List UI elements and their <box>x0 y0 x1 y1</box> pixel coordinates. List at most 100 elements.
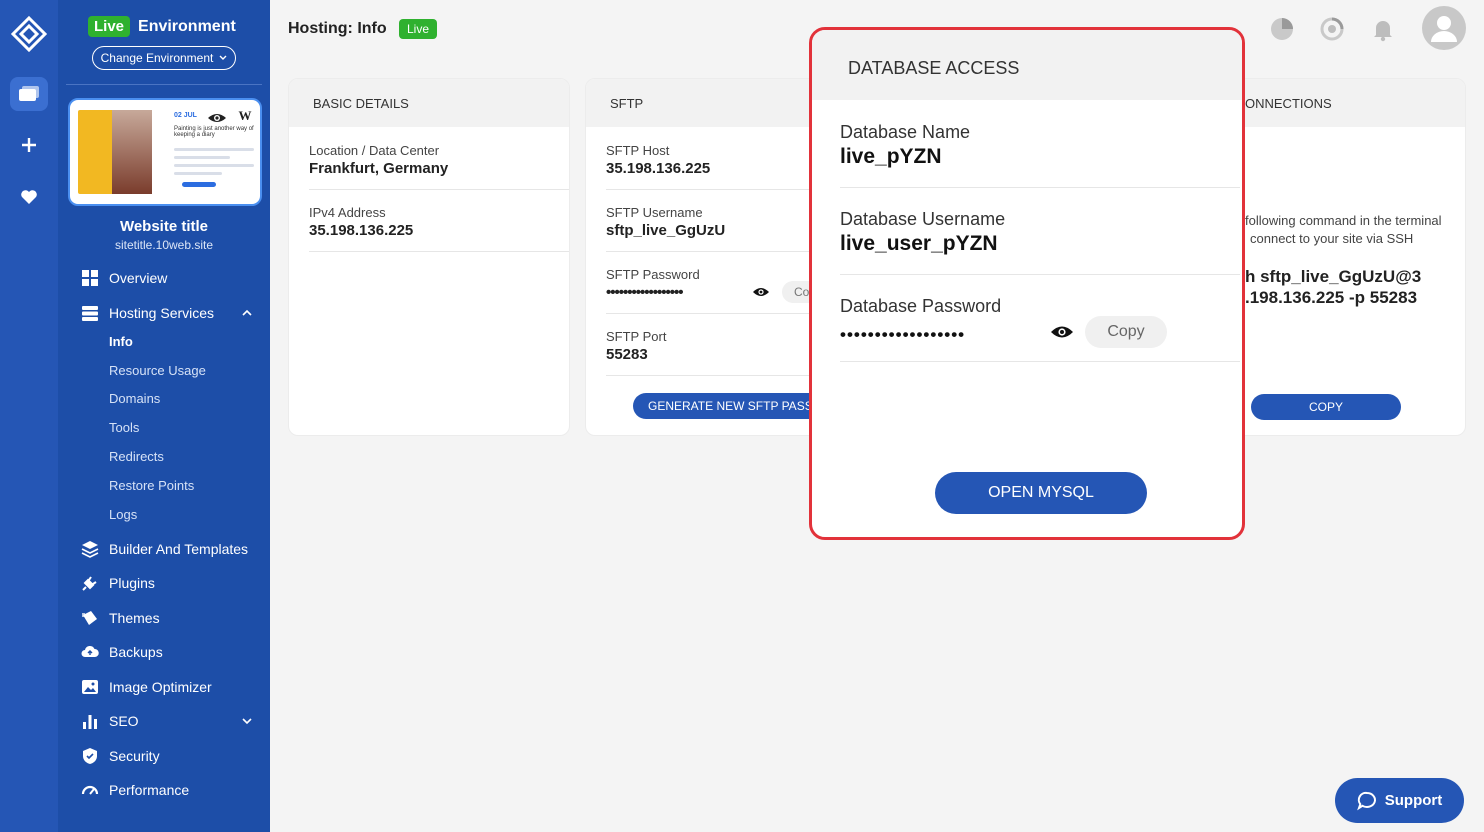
bell-icon[interactable] <box>1370 16 1396 42</box>
speedometer-icon <box>81 785 99 795</box>
change-environment-button[interactable]: Change Environment <box>92 46 236 70</box>
grid-icon <box>82 270 98 286</box>
database-password-label: Database Password <box>840 296 1002 316</box>
preview-image <box>112 110 152 194</box>
brush-icon <box>82 611 97 625</box>
heart-icon <box>21 190 37 204</box>
nav-plugins-label: Plugins <box>109 575 155 591</box>
basic-details-card: BASIC DETAILS Location / Data Center Fra… <box>288 78 570 436</box>
sftp-host-field: SFTP Host 35.198.136.225 <box>606 143 710 177</box>
open-mysql-button[interactable]: OPEN MYSQL <box>935 472 1147 514</box>
nav-backups[interactable]: Backups <box>58 643 270 661</box>
layers-icon <box>81 541 99 558</box>
nav-themes-label: Themes <box>109 610 160 626</box>
wordpress-icon[interactable]: W <box>234 108 256 126</box>
sftp-port-field: SFTP Port 55283 <box>606 329 666 363</box>
nav-overview[interactable]: Overview <box>58 269 270 287</box>
ipv4-label: IPv4 Address <box>309 205 386 220</box>
preview-lines <box>174 148 254 180</box>
divider <box>840 361 1240 362</box>
nav-builder-label: Builder And Templates <box>109 541 249 557</box>
eye-icon[interactable] <box>752 286 770 298</box>
support-button[interactable]: Support <box>1335 778 1464 823</box>
sftp-password-value: •••••••••••••••••• <box>606 284 684 301</box>
database-username-value: live_user_pYZN <box>840 232 998 255</box>
sftp-port-value: 55283 <box>606 346 648 363</box>
nav-sub-restore-points[interactable]: Restore Points <box>109 478 194 493</box>
database-access-modal: DATABASE ACCESS Database Name live_pYZN … <box>809 27 1245 540</box>
nav-builder[interactable]: Builder And Templates <box>58 540 270 558</box>
nav-sub-info[interactable]: Info <box>109 334 133 349</box>
chevron-down-icon <box>242 718 252 725</box>
database-name-field: Database Name live_pYZN <box>840 122 970 169</box>
database-username-label: Database Username <box>840 209 1006 229</box>
location-value: Frankfurt, Germany <box>309 160 449 177</box>
nav-themes[interactable]: Themes <box>58 609 270 627</box>
divider <box>66 84 262 85</box>
sftp-username-value: sftp_live_GgUzU <box>606 222 726 239</box>
website-url[interactable]: sitetitle.10web.site <box>58 238 270 252</box>
nav-seo[interactable]: SEO <box>58 712 270 730</box>
environment-indicator: Live Environment <box>88 16 236 37</box>
image-icon <box>82 680 98 694</box>
cloud-upload-icon <box>81 645 99 657</box>
server-icon <box>82 306 98 321</box>
nav-hosting-services-label: Hosting Services <box>109 305 215 321</box>
database-password-field: Database Password •••••••••••••••••• <box>840 296 1001 345</box>
nav-security[interactable]: Security <box>58 747 270 765</box>
preview-date: 02 JUL <box>174 112 197 119</box>
nav-overview-label: Overview <box>109 270 168 286</box>
sftp-host-label: SFTP Host <box>606 143 670 158</box>
eye-icon[interactable] <box>206 110 228 126</box>
sidebar: Live Environment Change Environment 02 J… <box>58 0 270 832</box>
shield-icon <box>83 748 97 764</box>
nav-image-optimizer[interactable]: Image Optimizer <box>58 678 270 696</box>
nav-sub-logs[interactable]: Logs <box>109 507 137 522</box>
sftp-username-field: SFTP Username sftp_live_GgUzU <box>606 205 725 239</box>
divider <box>309 189 569 190</box>
eye-icon[interactable] <box>1050 324 1074 340</box>
nav-security-label: Security <box>109 748 160 764</box>
nav-sub-redirects[interactable]: Redirects <box>109 449 164 464</box>
ssh-command-line2: .198.136.225 -p 55283 <box>1245 288 1418 307</box>
sftp-username-label: SFTP Username <box>606 205 703 220</box>
ssh-copy-button[interactable]: COPY <box>1251 394 1401 420</box>
nav-performance[interactable]: Performance <box>58 781 270 799</box>
10web-logo-icon[interactable] <box>11 16 47 52</box>
chevron-down-icon <box>219 55 227 60</box>
add-website-button[interactable] <box>10 128 48 162</box>
page-title: Hosting: Info <box>288 20 387 37</box>
divider <box>840 274 1240 275</box>
loader-icon[interactable] <box>1319 16 1345 42</box>
database-name-value: live_pYZN <box>840 145 942 168</box>
copy-database-password-button[interactable]: Copy <box>1085 316 1167 348</box>
website-title: Website title <box>119 218 209 235</box>
website-preview[interactable]: 02 JUL W Painting is just another way of… <box>68 98 262 206</box>
pie-chart-icon[interactable] <box>1269 16 1295 42</box>
user-icon <box>1431 16 1457 42</box>
user-avatar[interactable] <box>1422 6 1466 50</box>
nav-sub-tools[interactable]: Tools <box>109 420 139 435</box>
websites-rail-button[interactable] <box>10 77 48 111</box>
live-badge: Live <box>88 16 131 37</box>
sftp-port-label: SFTP Port <box>606 329 667 344</box>
divider <box>840 187 1240 188</box>
nav-sub-domains[interactable]: Domains <box>109 391 160 406</box>
nav-sub-resource-usage[interactable]: Resource Usage <box>109 363 206 378</box>
chevron-up-icon <box>242 309 252 316</box>
icon-rail <box>0 0 58 832</box>
plug-icon <box>82 576 97 591</box>
nav-hosting-services[interactable]: Hosting Services <box>58 304 270 322</box>
favorites-rail-button[interactable] <box>10 180 48 214</box>
database-access-heading: DATABASE ACCESS <box>812 30 1242 100</box>
ipv4-value: 35.198.136.225 <box>309 222 414 239</box>
ssh-command-line1: h sftp_live_GgUzU@3 <box>1245 267 1422 286</box>
nav-performance-label: Performance <box>109 782 190 798</box>
nav-backups-label: Backups <box>109 644 163 660</box>
sftp-password-field: SFTP Password •••••••••••••••••• <box>606 267 700 301</box>
preview-button <box>182 182 216 187</box>
sftp-host-value: 35.198.136.225 <box>606 160 711 177</box>
support-label: Support <box>1384 792 1443 809</box>
basic-details-heading: BASIC DETAILS <box>289 79 569 127</box>
nav-plugins[interactable]: Plugins <box>58 574 270 592</box>
